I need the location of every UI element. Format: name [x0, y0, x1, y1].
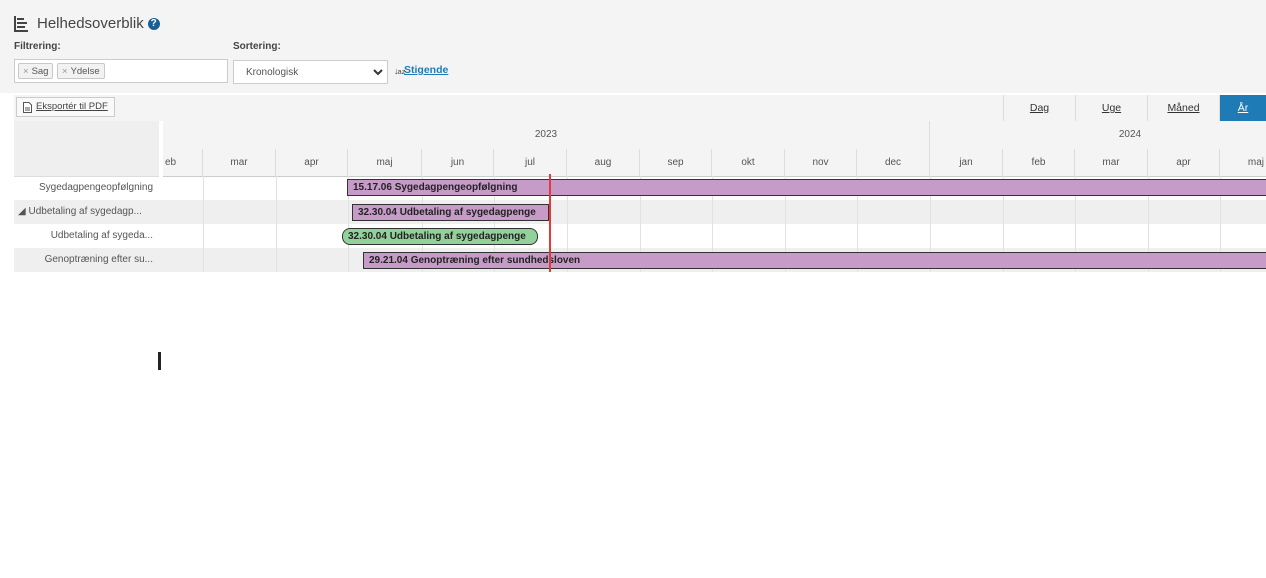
row-label-sygedagpengeopfoelgning[interactable]: Sygedagpengeopfølgning — [14, 176, 163, 200]
month-gridline — [203, 176, 204, 272]
remove-chip-icon[interactable]: × — [23, 66, 29, 77]
view-dag-button[interactable]: Dag — [1003, 95, 1075, 121]
title-row: Helhedsoverblik ? — [14, 15, 160, 32]
view-uge-button[interactable]: Uge — [1075, 95, 1147, 121]
year-header-row: 2023 2024 — [163, 121, 1266, 150]
filter-input[interactable]: × Sag × Ydelse — [14, 59, 228, 83]
month-header: maj — [1247, 157, 1264, 168]
month-header: nov — [785, 149, 857, 176]
month-header: jan — [930, 149, 1003, 176]
remove-chip-icon[interactable]: × — [62, 66, 68, 77]
month-header: feb — [1003, 149, 1075, 176]
row-labels-pane: Sygedagpengeopfølgning ◢ Udbetaling af s… — [14, 121, 164, 578]
today-marker-line — [549, 174, 551, 272]
month-header: okt — [712, 149, 785, 176]
page-title: Helhedsoverblik — [37, 15, 144, 32]
month-header-row: eb mar apr maj jun jul aug sep okt nov d… — [163, 149, 1266, 177]
month-header: aug — [567, 149, 640, 176]
month-gridline — [276, 176, 277, 272]
view-aar-button[interactable]: År — [1219, 95, 1266, 121]
pdf-file-icon — [23, 101, 32, 113]
gantt-row — [163, 224, 1266, 248]
month-header: jul — [494, 149, 567, 176]
month-header: mar — [1075, 149, 1148, 176]
gantt-row — [163, 200, 1266, 224]
month-header: mar — [203, 149, 276, 176]
month-header: apr — [1148, 149, 1220, 176]
year-header: 2023 — [163, 121, 930, 149]
row-labels-header — [14, 121, 159, 177]
row-label-genoptraening[interactable]: Genoptræning efter su... — [14, 248, 163, 272]
month-header: jun — [422, 149, 494, 176]
gantt-body: 15.17.06 Sygedagpengeopfølgning 32.30.04… — [163, 174, 1266, 578]
question-circle-icon[interactable]: ? — [147, 17, 160, 30]
page-header: Helhedsoverblik ? Filtrering: × Sag × Ydel… — [0, 0, 1266, 93]
gantt-chart: 2023 2024 eb mar apr maj jun jul aug sep… — [163, 121, 1266, 578]
filter-chip-sag[interactable]: × Sag — [18, 63, 54, 79]
row-label-udbetaling-child[interactable]: Udbetaling af sygeda... — [14, 224, 163, 248]
month-header: maj — [348, 149, 422, 176]
month-header: dec — [857, 149, 930, 176]
year-header: 2024 — [1118, 129, 1142, 140]
sort-ascending-icon: ↓a z — [394, 66, 406, 76]
pane-splitter-handle[interactable] — [158, 352, 161, 370]
month-header: apr — [276, 149, 348, 176]
view-maaned-button[interactable]: Måned — [1147, 95, 1219, 121]
month-header: eb — [163, 149, 203, 176]
row-label-udbetaling-parent[interactable]: ◢ Udbetaling af sygedagp... — [14, 200, 163, 224]
chart-toolbar: Eksportér til PDF Dag Uge Måned År — [14, 95, 1266, 121]
filter-chip-ydelse[interactable]: × Ydelse — [57, 63, 105, 79]
sort-select-value: Kronologisk — [246, 67, 299, 78]
sort-label: Sortering: — [233, 41, 281, 52]
month-header: sep — [640, 149, 712, 176]
sort-direction-link[interactable]: Stigende — [404, 64, 448, 76]
export-pdf-button[interactable]: Eksportér til PDF — [16, 97, 115, 117]
gantt-bar-genoptraening[interactable]: 29.21.04 Genoptræning efter sundhedslove… — [363, 252, 1266, 269]
gantt-bar-sygedagpengeopfoelgning[interactable]: 15.17.06 Sygedagpengeopfølgning — [347, 179, 1266, 196]
gantt-bar-udbetaling-green[interactable]: 32.30.04 Udbetaling af sygedagpenge — [342, 228, 538, 245]
overview-list-icon — [14, 15, 28, 32]
filter-label: Filtrering: — [14, 41, 61, 52]
gantt-bar-udbetaling[interactable]: 32.30.04 Udbetaling af sygedagpenge — [352, 204, 549, 221]
chevron-down-icon — [373, 69, 383, 76]
sort-select[interactable]: Kronologisk — [233, 60, 388, 84]
